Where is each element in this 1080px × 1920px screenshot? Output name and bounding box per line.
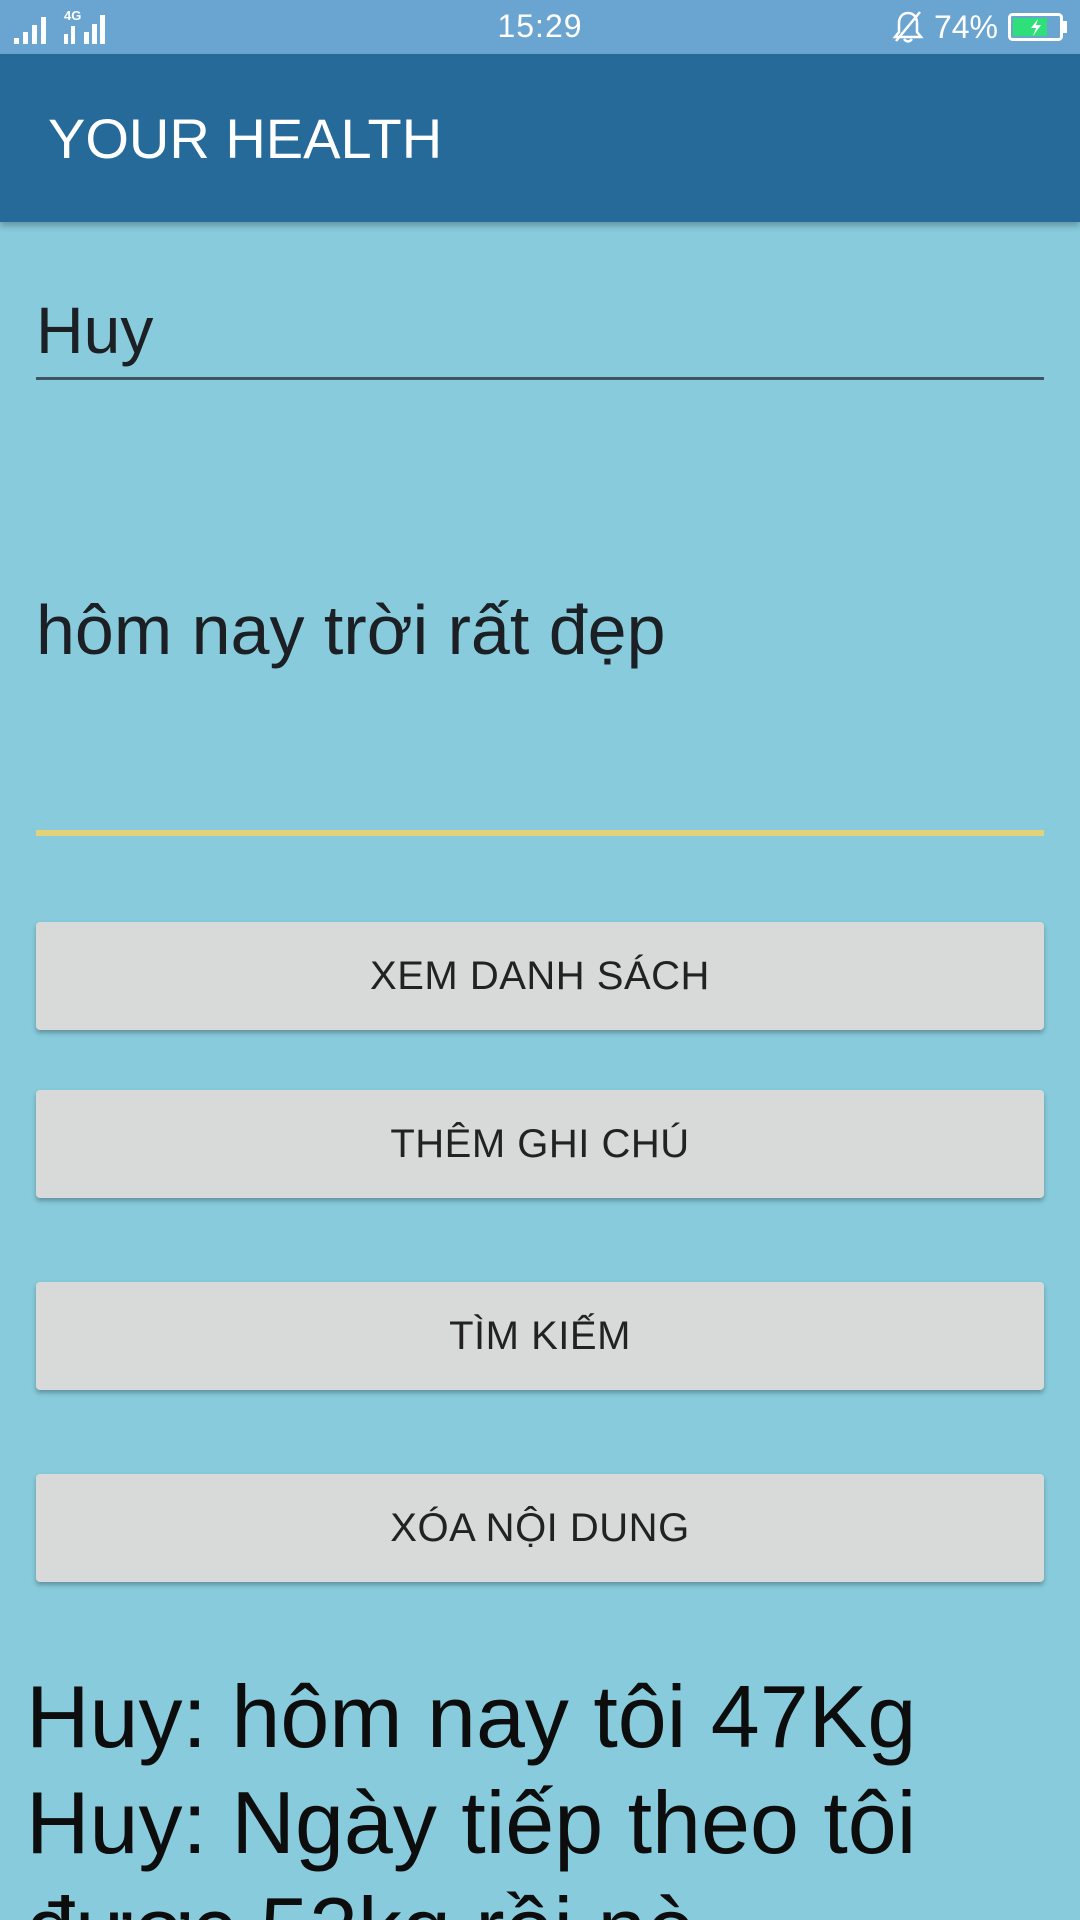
- list-item: Huy: Ngày tiếp theo tôi: [26, 1773, 917, 1872]
- add-note-button[interactable]: THÊM GHI CHÚ: [36, 1090, 1044, 1198]
- name-input-value: Huy: [36, 293, 154, 367]
- view-list-button[interactable]: XEM DANH SÁCH: [36, 922, 1044, 1030]
- notes-list: Huy: hôm nay tôi 47Kg Huy: Ngày tiếp the…: [26, 1664, 1066, 1920]
- search-button[interactable]: TÌM KIẾM: [36, 1282, 1044, 1390]
- clear-content-button[interactable]: XÓA NỘI DUNG: [36, 1474, 1044, 1582]
- mute-bell-icon: [892, 10, 924, 44]
- note-input-value: hôm nay trời rất đẹp: [36, 591, 666, 669]
- battery-charging-icon: [1008, 13, 1068, 41]
- app-bar: YOUR HEALTH: [0, 54, 1080, 222]
- status-bar: 4G 15:29 74%: [0, 0, 1080, 54]
- battery-percent: 74%: [933, 8, 998, 45]
- name-input[interactable]: Huy: [36, 278, 1044, 380]
- app-title: YOUR HEALTH: [48, 107, 443, 170]
- list-item: được 52kg rồi nè: [26, 1876, 1066, 1920]
- status-right-group: 74%: [892, 8, 1068, 46]
- note-input[interactable]: hôm nay trời rất đẹp: [36, 420, 1044, 836]
- list-item: Huy: hôm nay tôi 47Kg: [26, 1667, 917, 1766]
